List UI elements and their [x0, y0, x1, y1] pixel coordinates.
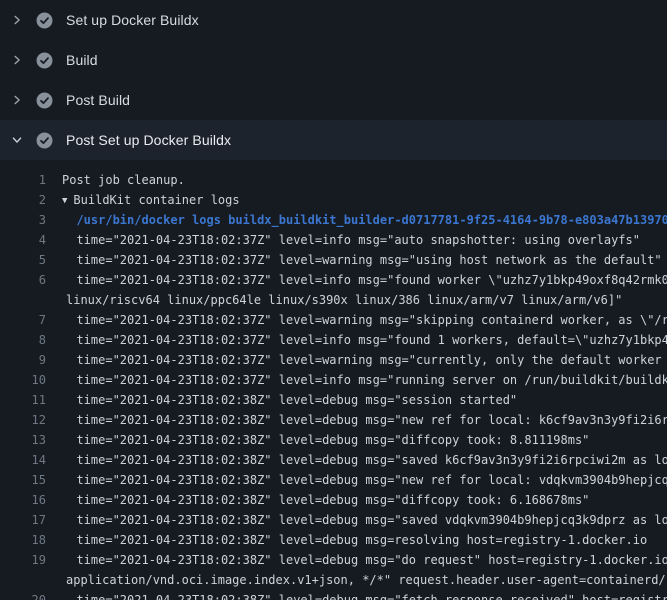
chevron-icon[interactable]: [10, 93, 24, 107]
log-line-text: time="2021-04-23T18:02:37Z" level=warnin…: [62, 250, 662, 270]
log-line-text: time="2021-04-23T18:02:37Z" level=info m…: [62, 330, 667, 350]
log-line-text: Post job cleanup.: [62, 170, 185, 190]
log-line: 4 time="2021-04-23T18:02:37Z" level=info…: [0, 230, 667, 250]
log-line: 9 time="2021-04-23T18:02:37Z" level=warn…: [0, 350, 667, 370]
check-circle-icon: [36, 132, 53, 149]
line-number[interactable]: 6: [0, 270, 46, 290]
line-number[interactable]: 13: [0, 430, 46, 450]
step-label: Set up Docker Buildx: [66, 12, 199, 28]
step-row[interactable]: Post Build: [0, 80, 667, 120]
log-line-text: time="2021-04-23T18:02:37Z" level=info m…: [62, 270, 667, 290]
log-line-text: ▼ BuildKit container logs: [62, 190, 240, 210]
log-line-text: time="2021-04-23T18:02:38Z" level=debug …: [62, 470, 667, 490]
log-line: 19 time="2021-04-23T18:02:38Z" level=deb…: [0, 550, 667, 570]
log-line-text: time="2021-04-23T18:02:37Z" level=info m…: [62, 230, 640, 250]
log-line: 7 time="2021-04-23T18:02:37Z" level=warn…: [0, 310, 667, 330]
log-line: 13 time="2021-04-23T18:02:38Z" level=deb…: [0, 430, 667, 450]
line-number[interactable]: 18: [0, 530, 46, 550]
log-line: 6 time="2021-04-23T18:02:37Z" level=info…: [0, 270, 667, 290]
line-number[interactable]: 8: [0, 330, 46, 350]
log-line: 1 Post job cleanup.: [0, 170, 667, 190]
log-line: 11 time="2021-04-23T18:02:38Z" level=deb…: [0, 390, 667, 410]
line-number[interactable]: 12: [0, 410, 46, 430]
log-line-text: time="2021-04-23T18:02:38Z" level=debug …: [62, 530, 647, 550]
log-line: 3 /usr/bin/docker logs buildx_buildkit_b…: [0, 210, 667, 230]
log-line-text: time="2021-04-23T18:02:37Z" level=warnin…: [62, 350, 667, 370]
log-line: 15 time="2021-04-23T18:02:38Z" level=deb…: [0, 470, 667, 490]
log-line-text: time="2021-04-23T18:02:38Z" level=debug …: [62, 550, 667, 570]
line-number[interactable]: 19: [0, 550, 46, 570]
check-circle-icon: [36, 92, 53, 109]
step-row[interactable]: Post Set up Docker Buildx: [0, 120, 667, 160]
log-line: 16 time="2021-04-23T18:02:38Z" level=deb…: [0, 490, 667, 510]
log-line-text: time="2021-04-23T18:02:38Z" level=debug …: [62, 450, 667, 470]
log-line: 12 time="2021-04-23T18:02:38Z" level=deb…: [0, 410, 667, 430]
step-label: Build: [66, 52, 98, 68]
chevron-icon[interactable]: [10, 53, 24, 67]
line-number[interactable]: 20: [0, 590, 46, 600]
log-line: 10 time="2021-04-23T18:02:37Z" level=inf…: [0, 370, 667, 390]
collapse-group-icon[interactable]: ▼: [62, 196, 67, 206]
line-number[interactable]: 5: [0, 250, 46, 270]
step-row[interactable]: Set up Docker Buildx: [0, 0, 667, 40]
line-number[interactable]: 11: [0, 390, 46, 410]
log-line-text: linux/riscv64 linux/ppc64le linux/s390x …: [62, 290, 622, 310]
step-label: Post Build: [66, 92, 130, 108]
log-line-text: application/vnd.oci.image.index.v1+json,…: [62, 570, 667, 590]
line-number[interactable]: 14: [0, 450, 46, 470]
steps-list: Set up Docker Buildx Build P: [0, 0, 667, 160]
step-row[interactable]: Build: [0, 40, 667, 80]
line-number[interactable]: [0, 290, 46, 310]
log-line-continuation: application/vnd.oci.image.index.v1+json,…: [0, 570, 667, 590]
log-line-text: time="2021-04-23T18:02:38Z" level=debug …: [62, 490, 589, 510]
log-line-continuation: linux/riscv64 linux/ppc64le linux/s390x …: [0, 290, 667, 310]
log-line-text: time="2021-04-23T18:02:37Z" level=warnin…: [62, 310, 667, 330]
log-line: 5 time="2021-04-23T18:02:37Z" level=warn…: [0, 250, 667, 270]
log-lines: 1 Post job cleanup. 2 ▼ BuildKit containe…: [0, 160, 667, 600]
log-line: 14 time="2021-04-23T18:02:38Z" level=deb…: [0, 450, 667, 470]
chevron-icon[interactable]: [10, 13, 24, 27]
log-line: 2 ▼ BuildKit container logs: [0, 190, 667, 210]
line-number[interactable]: 3: [0, 210, 46, 230]
line-number[interactable]: 9: [0, 350, 46, 370]
log-line-text: time="2021-04-23T18:02:38Z" level=debug …: [62, 430, 589, 450]
workflow-log-panel: Set up Docker Buildx Build P: [0, 0, 667, 600]
chevron-icon[interactable]: [10, 133, 24, 147]
line-number[interactable]: 17: [0, 510, 46, 530]
line-number[interactable]: 7: [0, 310, 46, 330]
group-title: BuildKit container logs: [73, 193, 239, 207]
log-line-text: /usr/bin/docker logs buildx_buildkit_bui…: [62, 210, 667, 230]
line-number[interactable]: 1: [0, 170, 46, 190]
log-line-text: time="2021-04-23T18:02:37Z" level=info m…: [62, 370, 667, 390]
line-number[interactable]: 16: [0, 490, 46, 510]
step-label: Post Set up Docker Buildx: [66, 132, 231, 148]
line-number[interactable]: [0, 570, 46, 590]
log-line: 18 time="2021-04-23T18:02:38Z" level=deb…: [0, 530, 667, 550]
line-number[interactable]: 4: [0, 230, 46, 250]
log-line-text: time="2021-04-23T18:02:38Z" level=debug …: [62, 390, 517, 410]
log-line-text: time="2021-04-23T18:02:38Z" level=debug …: [62, 590, 667, 600]
line-number[interactable]: 15: [0, 470, 46, 490]
line-number[interactable]: 2: [0, 190, 46, 210]
log-line: 20 time="2021-04-23T18:02:38Z" level=deb…: [0, 590, 667, 600]
log-line-text: time="2021-04-23T18:02:38Z" level=debug …: [62, 410, 667, 430]
line-number[interactable]: 10: [0, 370, 46, 390]
log-line-text: time="2021-04-23T18:02:38Z" level=debug …: [62, 510, 667, 530]
check-circle-icon: [36, 52, 53, 69]
log-line: 8 time="2021-04-23T18:02:37Z" level=info…: [0, 330, 667, 350]
check-circle-icon: [36, 12, 53, 29]
log-line: 17 time="2021-04-23T18:02:38Z" level=deb…: [0, 510, 667, 530]
